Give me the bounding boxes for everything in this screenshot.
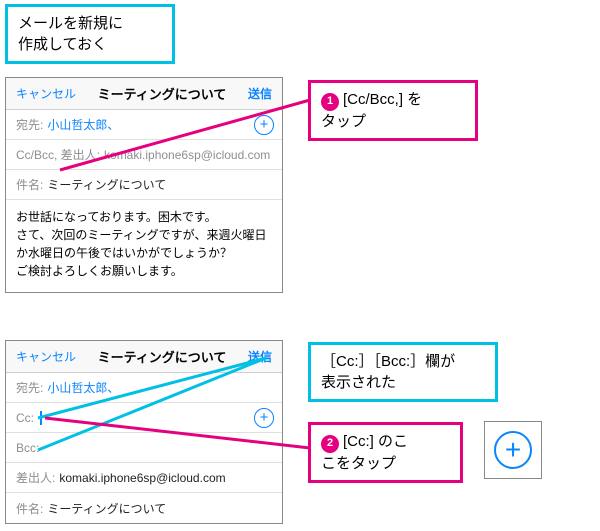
bcc-label: Bcc:: [16, 441, 39, 455]
subject-label: 件名:: [16, 176, 43, 193]
subject-field[interactable]: 件名: ミーティングについて: [6, 170, 282, 200]
subject-value: ミーティングについて: [47, 176, 166, 193]
add-cc-contact-icon[interactable]: +: [254, 408, 274, 428]
callout-step2: 2[Cc:] のこ こをタップ: [308, 422, 463, 483]
compose-header-2: キャンセル ミーティングについて 送信: [6, 341, 282, 373]
ccbcc-value: komaki.iphone6sp@icloud.com: [104, 148, 270, 162]
mail-compose-panel-1: キャンセル ミーティングについて 送信 宛先: 小山哲太郎、 + Cc/Bcc,…: [5, 77, 283, 293]
send-button[interactable]: 送信: [248, 85, 272, 102]
note-cc-bcc-shown: ［Cc:］［Bcc:］欄が 表示された: [308, 342, 498, 402]
cancel-button-2[interactable]: キャンセル: [16, 348, 76, 365]
to-label-2: 宛先:: [16, 379, 43, 396]
from-field-2[interactable]: 差出人: komaki.iphone6sp@icloud.com: [6, 463, 282, 493]
to-field-2[interactable]: 宛先: 小山哲太郎、: [6, 373, 282, 403]
compose-header: キャンセル ミーティングについて 送信: [6, 78, 282, 110]
to-value: 小山哲太郎、: [47, 116, 119, 133]
subject-value-2: ミーティングについて: [47, 500, 166, 517]
to-label: 宛先:: [16, 116, 43, 133]
ccbcc-label: Cc/Bcc, 差出人:: [16, 146, 100, 163]
add-contact-icon[interactable]: +: [254, 115, 274, 135]
compose-title-2: ミーティングについて: [98, 347, 227, 366]
enlarged-add-contact: +: [484, 421, 542, 479]
from-label-2: 差出人:: [16, 469, 55, 486]
cc-field[interactable]: Cc: +: [6, 403, 282, 433]
to-field[interactable]: 宛先: 小山哲太郎、 +: [6, 110, 282, 140]
mail-compose-panel-2: キャンセル ミーティングについて 送信 宛先: 小山哲太郎、 Cc: + Bcc…: [5, 340, 283, 524]
ccbcc-from-field[interactable]: Cc/Bcc, 差出人: komaki.iphone6sp@icloud.com: [6, 140, 282, 170]
step-number-2: 2: [321, 435, 339, 453]
callout-step1: 1[Cc/Bcc,] を タップ: [308, 80, 478, 141]
note-text: メールを新規に 作成しておく: [18, 15, 123, 53]
compose-title: ミーティングについて: [98, 84, 227, 103]
bcc-field[interactable]: Bcc:: [6, 433, 282, 463]
plus-circle-icon: +: [494, 431, 532, 469]
send-button-2[interactable]: 送信: [248, 348, 272, 365]
subject-field-2[interactable]: 件名: ミーティングについて: [6, 493, 282, 523]
cancel-button[interactable]: キャンセル: [16, 85, 76, 102]
note-mid-text: ［Cc:］［Bcc:］欄が 表示された: [321, 353, 455, 391]
text-cursor: [40, 411, 42, 425]
step-number-1: 1: [321, 93, 339, 111]
mail-body[interactable]: お世話になっております。困木です。 さて、次回のミーティングですが、来週火曜日か…: [6, 200, 282, 292]
subject-label-2: 件名:: [16, 500, 43, 517]
note-prepare-mail: メールを新規に 作成しておく: [5, 4, 175, 64]
from-value-2: komaki.iphone6sp@icloud.com: [59, 471, 225, 485]
cc-label: Cc:: [16, 411, 34, 425]
to-value-2: 小山哲太郎、: [47, 379, 119, 396]
